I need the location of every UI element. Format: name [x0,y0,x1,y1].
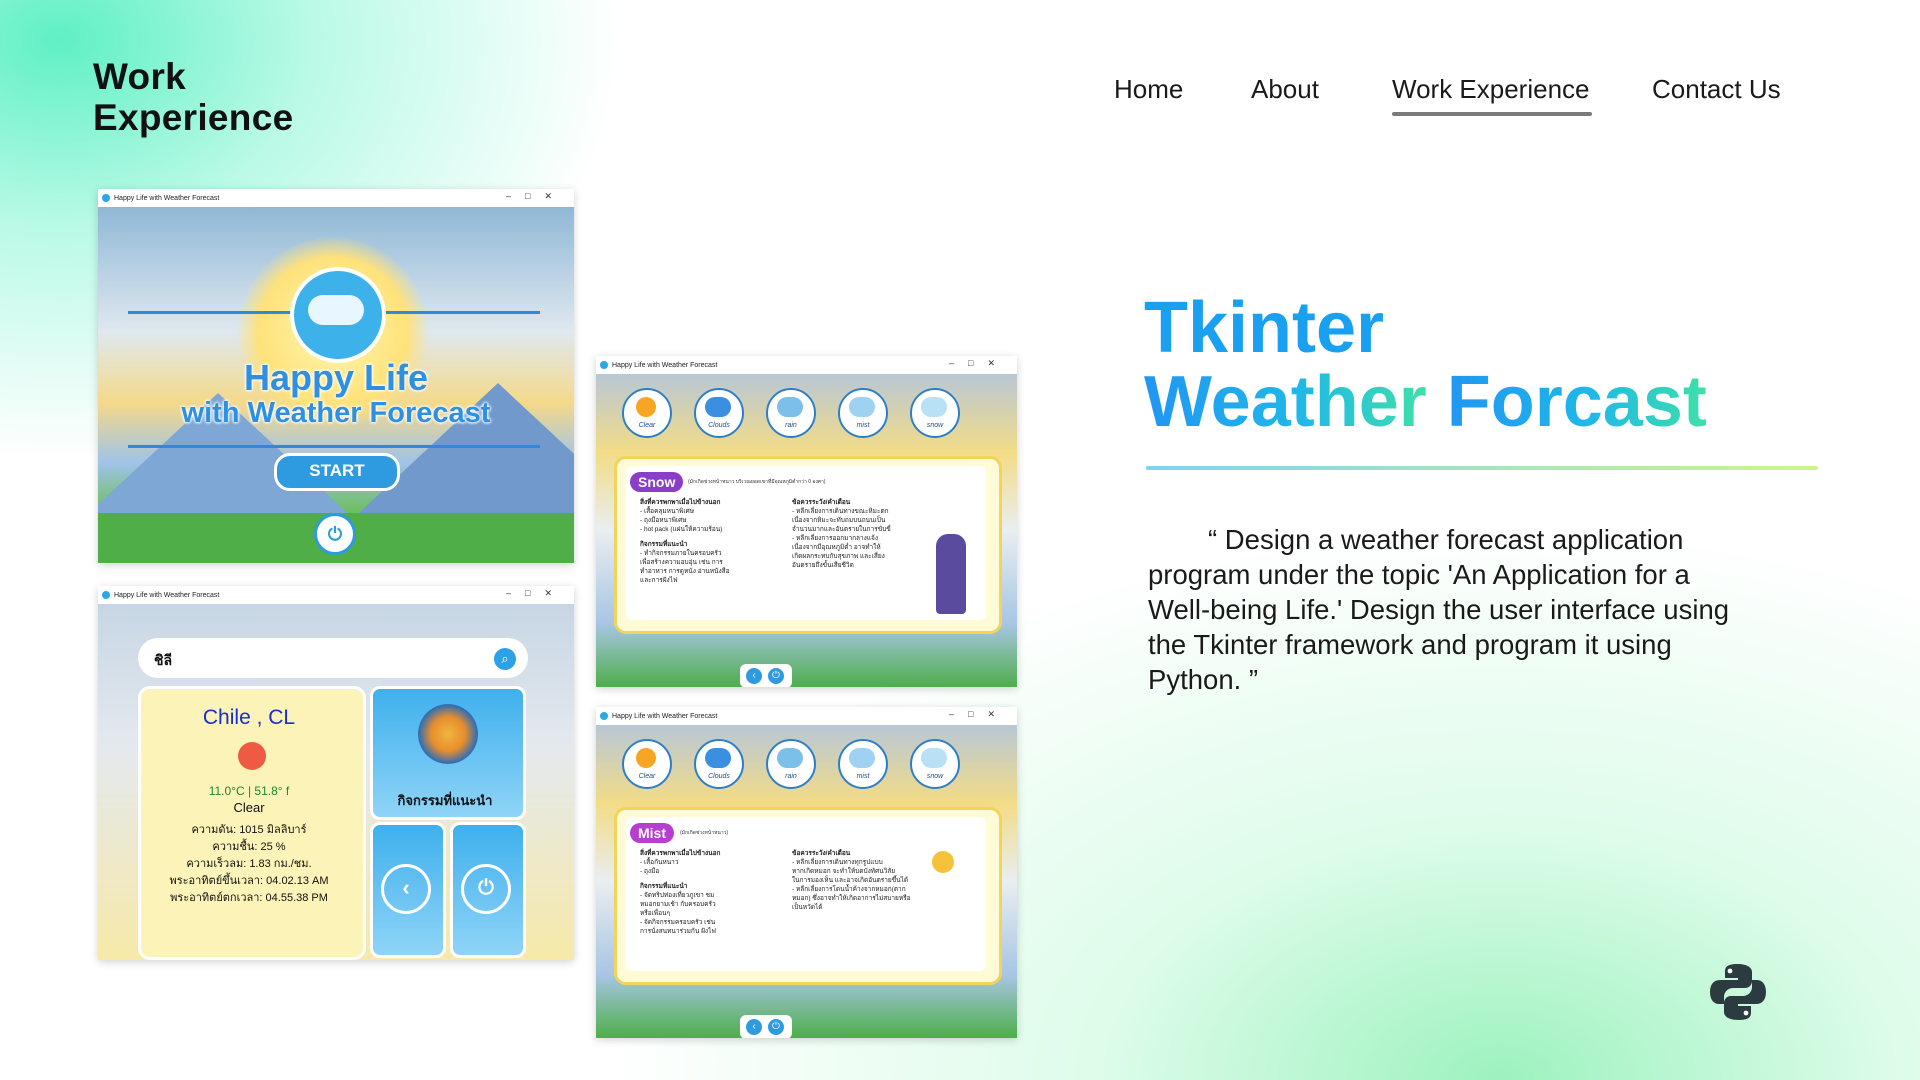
activity-label: กิจกรรมที่แนะนำ [397,793,493,808]
weather-icon-row: Clear Clouds rain mist snow [622,739,960,799]
person-illustration [936,534,966,614]
cloud-icon [308,295,364,325]
power-icon[interactable]: ⏻ [314,513,356,555]
app-icon [600,712,608,720]
humidity: ความชื้น: 25 % [212,841,286,853]
mist-icon[interactable]: mist [838,739,888,789]
activity-illustration [418,704,478,764]
mist-right-column: ข้อควรระวัง/คำเตือน - หลีกเลี่ยงการเดินท… [792,850,911,911]
power-icon[interactable]: ⏻ [461,864,511,914]
python-icon [1710,964,1766,1020]
snow-icon[interactable]: snow [910,388,960,438]
sunset: พระอาทิตย์ตกเวลา: 04.55.38 PM [170,892,328,904]
sun-icon [932,851,954,873]
search-value: ชิลี [154,652,173,668]
app-screenshot-snow: Happy Life with Weather Forecast –□✕ Cle… [596,356,1017,687]
rain-icon[interactable]: rain [766,739,816,789]
app-screenshot-mist: Happy Life with Weather Forecast –□✕ Cle… [596,707,1017,1038]
snow-right-column: ข้อควรระวัง/คำเตือน - หลีกเลี่ยงการเดินท… [792,499,891,569]
city-name: Chile , CL [202,706,296,729]
app-icon [102,591,110,599]
window-titlebar: Happy Life with Weather Forecast –□✕ [596,356,1017,374]
project-description: “ Design a weather forecast application … [1148,524,1730,695]
clear-icon[interactable]: Clear [622,739,672,789]
app-title-line1: Happy Life [243,357,429,398]
nav-home[interactable]: Home [1114,74,1183,105]
window-title: Happy Life with Weather Forecast [612,361,718,369]
weather-screen: ชิลี ⌕ Chile , CL 11.0°C | 51.8° f Clear… [98,604,574,960]
search-input[interactable] [138,638,528,678]
window-titlebar: Happy Life with Weather Forecast –□✕ [98,189,574,207]
snow-screen: Clear Clouds rain mist snow Snow (มักเกิ… [596,374,1017,687]
window-titlebar: Happy Life with Weather Forecast –□✕ [596,707,1017,725]
snow-left-column: สิ่งที่ควรพกพาเมื่อไปข้างนอก - เสื้อคลุม… [640,499,730,584]
clear-icon[interactable]: Clear [622,388,672,438]
window-titlebar: Happy Life with Weather Forecast –□✕ [98,586,574,604]
weather-status-icon [238,742,266,770]
headline-weather: Weather [1144,362,1427,442]
weather-details: ความดัน: 1015 มิลลิบาร์ ความชื้น: 25 % ค… [138,822,360,907]
mist-left-column: สิ่งที่ควรพกพาเมื่อไปข้างนอก - เสื้อกันห… [640,850,721,935]
snow-icon[interactable]: snow [910,739,960,789]
mist-tag: Mist [630,823,674,843]
snow-tag: Snow [630,472,684,492]
main-nav: Home About Work Experience Contact Us [0,74,1920,124]
app-icon [600,361,608,369]
mist-note: (มักเกิดช่วงหน้าหนาว) [680,830,729,836]
app-screenshot-start: Happy Life with Weather Forecast –□✕ Hap… [98,189,574,563]
window-title: Happy Life with Weather Forecast [612,712,718,720]
headline-line2: Weather Forcast [1144,364,1707,440]
headline-line1: Tkinter [1144,288,1385,368]
window-controls[interactable]: –□✕ [949,709,1009,720]
start-screen: Happy Life with Weather Forecast START ⏻ [98,207,574,563]
headline-divider [1146,466,1818,470]
weather-icon-row: Clear Clouds rain mist snow [622,388,960,448]
back-arrow-icon[interactable]: ‹ [381,864,431,914]
window-controls[interactable]: –□✕ [506,588,566,599]
condition: Clear [233,800,265,815]
window-controls[interactable]: –□✕ [949,358,1009,369]
clouds-icon[interactable]: Clouds [694,739,744,789]
app-icon [102,194,110,202]
temperature: 11.0°C | 51.8° f [208,784,290,798]
window-title: Happy Life with Weather Forecast [114,194,220,202]
nav-active-underline [1392,112,1592,116]
mist-icon[interactable]: mist [838,388,888,438]
headline-forcast: Forcast [1446,362,1707,442]
back-arrow-icon[interactable]: ‹ [746,1019,762,1035]
nav-about[interactable]: About [1251,74,1319,105]
snow-note: (มักเกิดช่วงหน้าหนาว บริเวณยอดเขาที่มีอุ… [688,479,826,485]
sunrise: พระอาทิตย์ขึ้นเวลา: 04.02.13 AM [169,875,329,887]
search-icon[interactable]: ⌕ [494,648,516,670]
nav-work-experience[interactable]: Work Experience [1392,74,1590,105]
wind-speed: ความเร็วลม: 1.83 กม./ชม. [186,858,312,870]
mist-screen: Clear Clouds rain mist snow Mist (มักเกิ… [596,725,1017,1038]
window-title: Happy Life with Weather Forecast [114,591,220,599]
nav-contact-us[interactable]: Contact Us [1652,74,1781,105]
power-icon[interactable]: ⏻ [768,668,784,684]
start-button[interactable]: START [274,453,400,491]
power-icon[interactable]: ⏻ [768,1019,784,1035]
rain-icon[interactable]: rain [766,388,816,438]
clouds-icon[interactable]: Clouds [694,388,744,438]
app-title-line2: with Weather Forecast [181,397,491,429]
pressure: ความดัน: 1015 มิลลิบาร์ [191,824,307,836]
back-arrow-icon[interactable]: ‹ [746,668,762,684]
title-rule-bottom [128,445,540,448]
window-controls[interactable]: –□✕ [506,191,566,202]
app-screenshot-weather: Happy Life with Weather Forecast –□✕ ชิล… [98,586,574,960]
